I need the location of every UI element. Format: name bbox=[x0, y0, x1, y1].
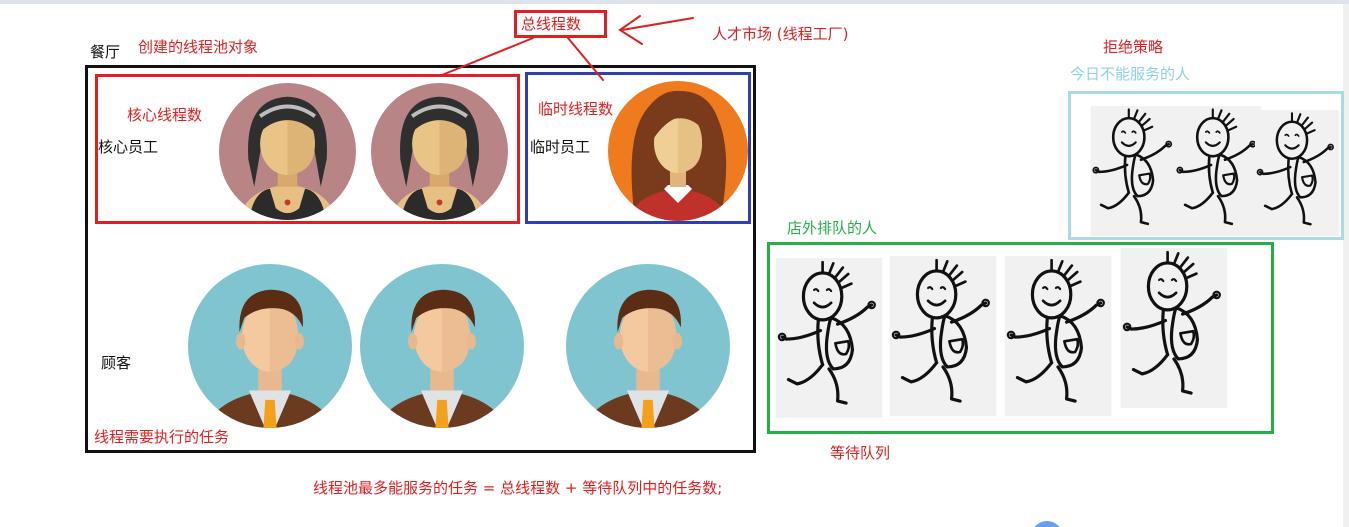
connector-lines bbox=[441, 15, 1060, 527]
total-to-core-line bbox=[441, 37, 534, 76]
partial-icon bbox=[1034, 521, 1060, 527]
total-to-temp-line bbox=[567, 37, 604, 81]
thread-factory-arrow-shaft bbox=[621, 17, 694, 31]
